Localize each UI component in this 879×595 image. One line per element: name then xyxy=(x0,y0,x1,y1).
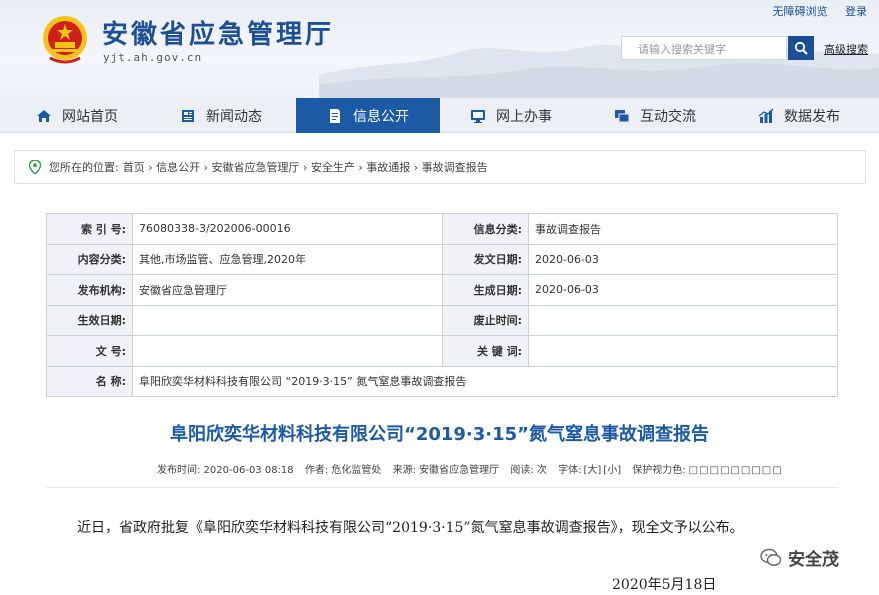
breadcrumb-path[interactable]: 首页 › 信息公开 › 安徽省应急管理厅 › 安全生产 › 事故通报 › 事故调… xyxy=(123,159,488,175)
table-row: 内容分类: 其他,市场监管、应急管理,2020年 发文日期: 2020-06-0… xyxy=(46,243,838,275)
issue-date-label: 发文日期: xyxy=(442,243,529,275)
search-icon xyxy=(794,41,808,55)
main-nav: 网站首页 新闻动态 信息公开 网上办事 互动交流 数据发布 xyxy=(0,98,879,133)
abolish-value xyxy=(528,304,838,336)
breadcrumb-prefix: 您所在的位置: xyxy=(49,161,119,174)
nav-label: 网上办事 xyxy=(496,108,552,125)
meta-author: 作者: 危化监管处 xyxy=(304,465,382,476)
keywords-value xyxy=(528,335,838,367)
index-label: 索 引 号: xyxy=(46,213,133,245)
gen-date-value: 2020-06-03 xyxy=(528,274,838,306)
nav-label: 网站首页 xyxy=(62,108,118,125)
accessibility-link[interactable]: 无障碍浏览 xyxy=(773,5,828,18)
nav-item-online-service[interactable]: 网上办事 xyxy=(470,98,552,133)
document-icon xyxy=(330,108,340,123)
divider xyxy=(46,487,838,488)
nav-label: 互动交流 xyxy=(640,108,696,125)
docno-label: 文 号: xyxy=(46,335,133,367)
table-row: 索 引 号: 76080338-3/202006-00016 信息分类: 事故调… xyxy=(46,213,838,245)
name-label: 名 称: xyxy=(46,365,133,397)
content-value: 其他,市场监管、应急管理,2020年 xyxy=(132,243,443,275)
meta-font-label: 字体: xyxy=(558,465,582,476)
advanced-search-link[interactable]: 高级搜索 xyxy=(824,41,868,57)
nav-item-home[interactable]: 网站首页 xyxy=(36,98,118,133)
article-meta: 发布时间: 2020-06-03 08:18 作者: 危化监管处 来源: 安徽省… xyxy=(157,461,791,476)
effective-label: 生效日期: xyxy=(46,304,133,336)
article-date: 2020年5月18日 xyxy=(612,577,717,593)
name-value: 阜阳欣奕华材料科技有限公司 “2019·3·15” 氮气窒息事故调查报告 xyxy=(132,365,838,397)
font-large-button[interactable]: [大] xyxy=(583,465,601,476)
chart-icon xyxy=(758,108,774,123)
site-title: 安徽省应急管理厅 xyxy=(102,20,335,50)
home-icon xyxy=(37,109,51,122)
national-emblem-icon xyxy=(40,12,90,66)
keywords-label: 关 键 词: xyxy=(442,335,529,367)
font-small-button[interactable]: [小] xyxy=(603,465,621,476)
article-body: 近日，省政府批复《阜阳欣奕华材料科技有限公司“2019·3·15”氮气窒息事故调… xyxy=(77,520,744,536)
login-link[interactable]: 登录 xyxy=(845,5,867,18)
nav-label: 新闻动态 xyxy=(206,108,262,125)
table-row: 名 称: 阜阳欣奕华材料科技有限公司 “2019·3·15” 氮气窒息事故调查报… xyxy=(46,365,838,397)
nav-label: 信息公开 xyxy=(353,108,409,125)
org-label: 发布机构: xyxy=(46,274,133,306)
docno-value xyxy=(132,335,443,367)
content-label: 内容分类: xyxy=(46,243,133,275)
meta-eye-label: 保护视力色: xyxy=(632,465,686,476)
monitor-icon xyxy=(471,109,485,123)
document-info-table: 索 引 号: 76080338-3/202006-00016 信息分类: 事故调… xyxy=(46,213,838,397)
eye-color-swatches[interactable]: □□□□□□□□□ xyxy=(689,465,783,476)
category-label: 信息分类: xyxy=(442,213,529,245)
table-row: 生效日期: 废止时间: xyxy=(46,304,838,336)
nav-item-interaction[interactable]: 互动交流 xyxy=(614,98,696,133)
nav-item-data-release[interactable]: 数据发布 xyxy=(758,98,840,133)
top-links: 无障碍浏览 登录 xyxy=(759,3,868,19)
nav-label: 数据发布 xyxy=(784,108,840,125)
table-row: 文 号: 关 键 词: xyxy=(46,335,838,367)
news-icon xyxy=(182,109,194,122)
watermark-text: 安全茂 xyxy=(788,550,839,570)
breadcrumb: 您所在的位置: 首页 › 信息公开 › 安徽省应急管理厅 › 安全生产 › 事故… xyxy=(14,150,866,184)
site-header: 安徽省应急管理厅 yjt.ah.gov.cn 无障碍浏览 登录 请输入搜索关键字… xyxy=(0,0,879,98)
location-pin-icon xyxy=(29,160,41,174)
gen-date-label: 生成日期: xyxy=(442,274,529,306)
watermark: 安全茂 xyxy=(760,545,839,570)
meta-time: 发布时间: 2020-06-03 08:18 xyxy=(157,465,294,476)
category-value: 事故调查报告 xyxy=(528,213,838,245)
chat-icon xyxy=(615,109,630,122)
wechat-icon xyxy=(760,548,782,566)
index-value: 76080338-3/202006-00016 xyxy=(132,213,443,245)
table-row: 发布机构: 安徽省应急管理厅 生成日期: 2020-06-03 xyxy=(46,274,838,306)
meta-source: 来源: 安徽省应急管理厅 xyxy=(392,465,500,476)
org-value: 安徽省应急管理厅 xyxy=(132,274,443,306)
issue-date-value: 2020-06-03 xyxy=(528,243,838,275)
site-domain: yjt.ah.gov.cn xyxy=(103,51,203,64)
abolish-label: 废止时间: xyxy=(442,304,529,336)
nav-item-info-disclosure[interactable]: 信息公开 xyxy=(296,98,440,133)
search-button[interactable] xyxy=(788,36,814,60)
article-title: 阜阳欣奕华材料科技有限公司“2019·3·15”氮气窒息事故调查报告 xyxy=(169,424,709,445)
search-input[interactable]: 请输入搜索关键字 xyxy=(621,36,787,60)
effective-value xyxy=(132,304,443,336)
meta-reads: 阅读: 次 xyxy=(510,465,547,476)
nav-item-news[interactable]: 新闻动态 xyxy=(180,98,262,133)
